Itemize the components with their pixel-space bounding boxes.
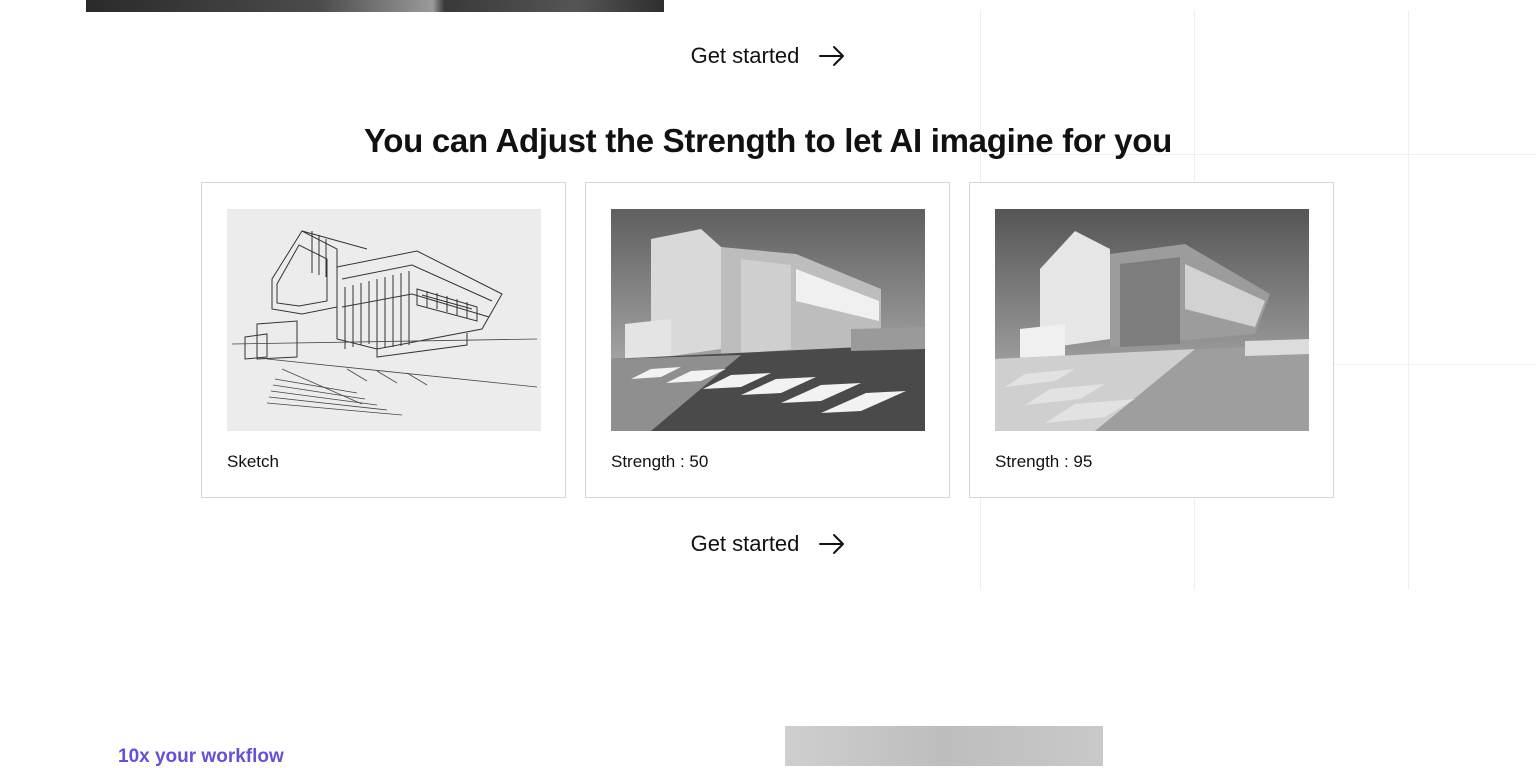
get-started-link-top[interactable]: Get started xyxy=(0,43,1536,69)
render-strength-50-image xyxy=(611,209,925,431)
hero-image-bottom-edge xyxy=(86,0,664,12)
get-started-link-bottom[interactable]: Get started xyxy=(0,531,1536,557)
example-card-strength-50: Strength : 50 xyxy=(585,182,950,498)
card-caption: Strength : 50 xyxy=(611,452,709,471)
section-title: You can Adjust the Strength to let AI im… xyxy=(364,122,1172,159)
get-started-label: Get started xyxy=(690,531,800,556)
next-section-label: 10x your workflow xyxy=(118,746,284,767)
render-strength-95-image xyxy=(995,209,1309,431)
card-caption: Sketch xyxy=(227,452,279,471)
next-section-image xyxy=(785,726,1103,766)
get-started-label: Get started xyxy=(690,43,800,68)
example-card-sketch: Sketch xyxy=(201,182,566,498)
arrow-right-icon xyxy=(819,45,845,67)
example-card-strength-95: Strength : 95 xyxy=(969,182,1334,498)
sketch-image xyxy=(227,209,541,431)
arrow-right-icon xyxy=(819,533,845,555)
card-caption: Strength : 95 xyxy=(995,452,1093,471)
